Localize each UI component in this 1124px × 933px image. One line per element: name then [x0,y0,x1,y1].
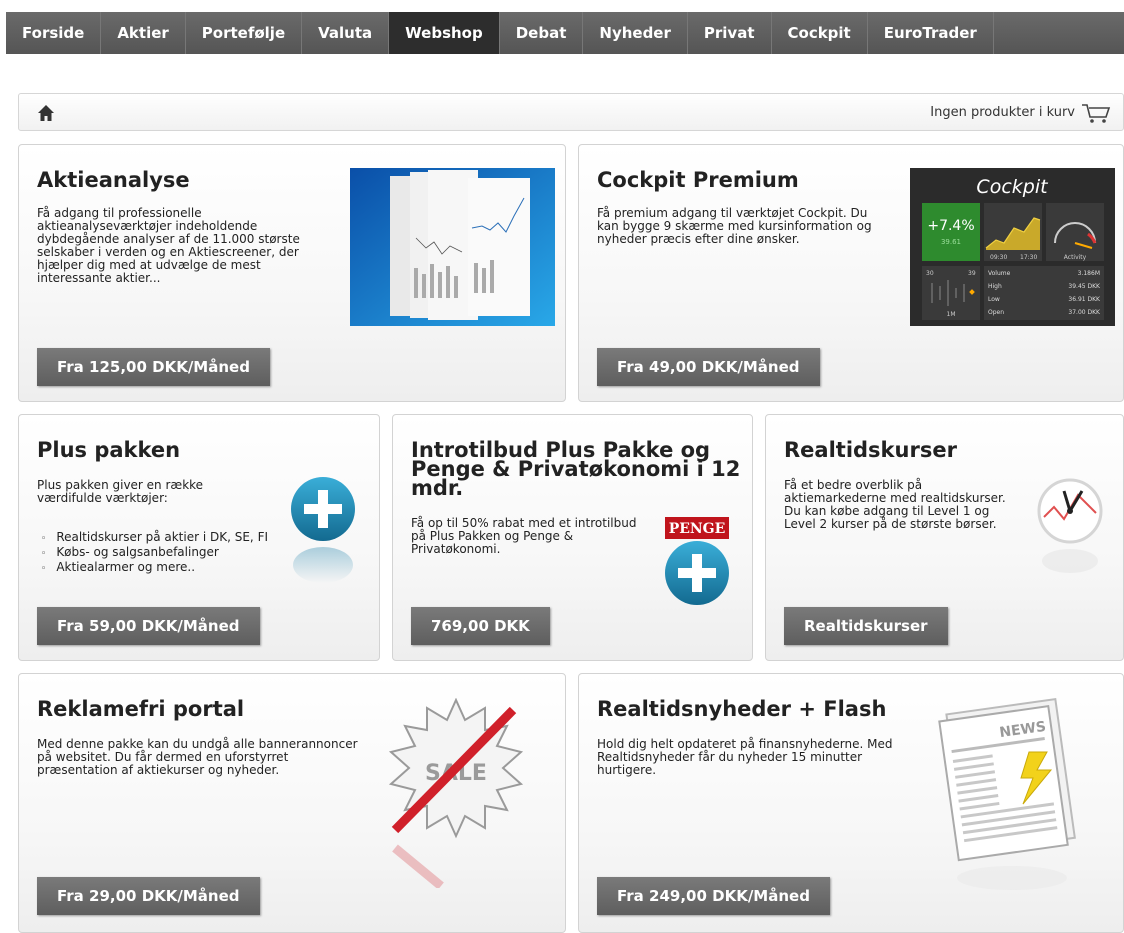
product-description: Få premium adgang til værktøjet Cockpit.… [597,206,872,246]
main-nav: Forside Aktier Portefølje Valuta Webshop… [6,12,1124,54]
product-card-plus: Plus pakken Plus pakken giver en række v… [18,414,380,661]
cart-status[interactable]: Ingen produkter i kurv [930,105,1075,120]
price-button[interactable]: Fra 249,00 DKK/Måned [597,877,830,915]
product-card-aktieanalyse: Aktieanalyse Få adgang til professionell… [18,144,566,402]
cockpit-screenshot-image: Cockpit +7.4% 39.61 09:30 17:30 Activity… [910,168,1115,326]
cockpit-high-label: High [988,283,1002,290]
product-description: Få op til 50% rabat med et introtilbud p… [411,516,637,556]
product-title: Reklamefri portal [37,697,245,721]
cockpit-time2: 17:30 [1020,254,1037,261]
chart-clock-icon [1037,478,1103,573]
feature-list: Realtidskurser på aktier i DK, SE, FI Kø… [41,531,271,576]
nav-item-portefolje[interactable]: Portefølje [186,12,303,54]
price-button[interactable]: 769,00 DKK [411,607,550,645]
nav-item-nyheder[interactable]: Nyheder [583,12,688,54]
product-description: Få adgang til professionelle aktieanalys… [37,206,300,285]
cockpit-title: Cockpit [976,176,1049,198]
cockpit-volume: 3.186M [1078,270,1100,277]
cockpit-low-label: Low [988,296,1000,303]
product-description: Med denne pakke kan du undgå alle banner… [37,737,358,777]
nav-item-debat[interactable]: Debat [500,12,584,54]
penge-logo-text: PENGE [669,521,726,537]
list-item: Aktiealarmer og mere.. [41,561,271,576]
cockpit-volume-label: Volume [988,270,1011,277]
cockpit-high: 39.45 DKK [1068,283,1101,290]
product-card-reklamefri: Reklamefri portal Med denne pakke kan du… [18,673,566,933]
list-item: Købs- og salgsanbefalinger [41,546,271,561]
cockpit-time1: 09:30 [990,254,1007,261]
nav-item-eurotrader[interactable]: EuroTrader [868,12,994,54]
plus-icon [291,477,355,583]
home-icon[interactable] [37,104,55,122]
newspaper-icon: NEWS [938,697,1076,890]
product-card-nyheder: Realtidsnyheder + Flash Hold dig helt op… [578,673,1124,933]
product-title: Aktieanalyse [37,168,190,192]
no-ads-sale-icon: SALE [388,698,524,888]
product-title: Cockpit Premium [597,168,799,192]
cockpit-activity: Activity [1064,254,1087,261]
product-title: Introtilbud Plus Pakke og Penge & Privat… [411,438,741,500]
nav-item-privat[interactable]: Privat [688,12,772,54]
product-title: Realtidsnyheder + Flash [597,697,887,721]
nav-item-webshop[interactable]: Webshop [389,12,500,54]
product-card-intro: Introtilbud Plus Pakke og Penge & Privat… [392,414,753,661]
product-card-cockpit: Cockpit Premium Få premium adgang til væ… [578,144,1124,402]
nav-item-aktier[interactable]: Aktier [101,12,186,54]
cart-icon[interactable] [1081,102,1111,124]
list-item: Realtidskurser på aktier i DK, SE, FI [41,531,271,546]
cockpit-change: +7.4% [927,218,974,234]
product-description: Få et bedre overblik på aktiemarkederne … [784,478,1006,531]
breadcrumb: Ingen produkter i kurv [18,93,1124,131]
nav-item-forside[interactable]: Forside [6,12,102,54]
product-description: Hold dig helt opdateret på finansnyheder… [597,737,893,777]
price-button[interactable]: Fra 49,00 DKK/Måned [597,348,820,386]
price-button[interactable]: Fra 59,00 DKK/Måned [37,607,260,645]
cockpit-sub: 39.61 [941,238,961,246]
product-description: Plus pakken giver en række værdifulde væ… [37,478,204,505]
cockpit-open-label: Open [988,309,1004,316]
nav-item-valuta[interactable]: Valuta [302,12,390,54]
cockpit-open: 37.00 DKK [1068,309,1101,316]
analysis-screenshot-image [350,168,555,326]
cockpit-range1: 30 [926,270,934,277]
cockpit-period: 1M [947,311,956,318]
cockpit-low: 36.91 DKK [1068,296,1101,303]
nav-item-cockpit[interactable]: Cockpit [772,12,868,54]
penge-logo: PENGE [665,517,729,539]
price-button[interactable]: Fra 29,00 DKK/Måned [37,877,260,915]
plus-icon [665,541,729,605]
price-button[interactable]: Fra 125,00 DKK/Måned [37,348,270,386]
price-button[interactable]: Realtidskurser [784,607,948,645]
product-title: Realtidskurser [784,438,957,462]
cockpit-range2: 39 [968,270,976,277]
product-card-realtid: Realtidskurser Få et bedre overblik på a… [765,414,1124,661]
product-title: Plus pakken [37,438,181,462]
